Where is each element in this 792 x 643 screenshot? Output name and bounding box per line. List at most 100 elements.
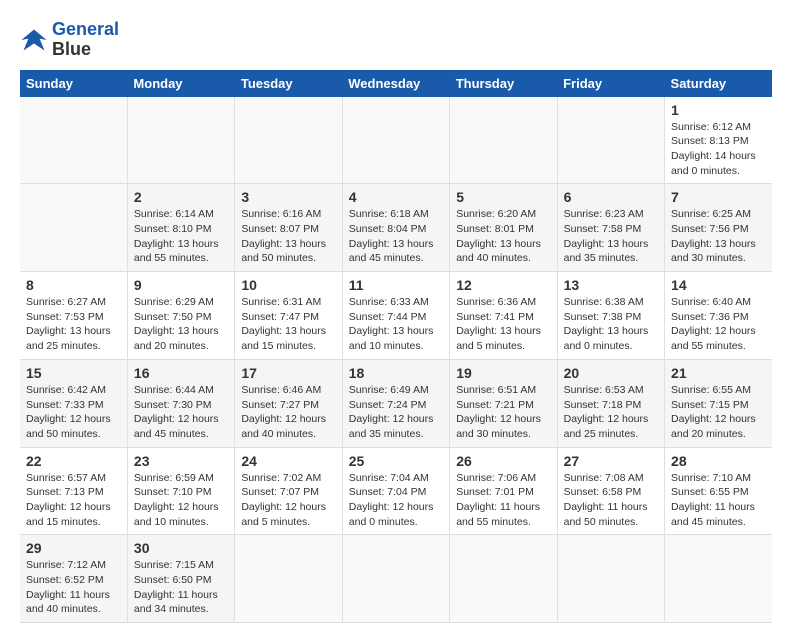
day-header-tuesday: Tuesday: [235, 70, 342, 97]
calendar-cell: 22 Sunrise: 6:57 AMSunset: 7:13 PMDayligh…: [20, 447, 127, 535]
day-number: 14: [671, 277, 766, 293]
calendar-cell: 17 Sunrise: 6:46 AMSunset: 7:27 PMDayligh…: [235, 359, 342, 447]
day-info: Sunrise: 6:51 AMSunset: 7:21 PMDaylight:…: [456, 383, 550, 442]
day-info: Sunrise: 7:06 AMSunset: 7:01 PMDaylight:…: [456, 471, 550, 530]
day-info: Sunrise: 6:31 AMSunset: 7:47 PMDaylight:…: [241, 295, 335, 354]
calendar-cell: 27 Sunrise: 7:08 AMSunset: 6:58 PMDayligh…: [557, 447, 664, 535]
calendar-cell: 12Sunrise: 6:36 AMSunset: 7:41 PMDayligh…: [450, 272, 557, 360]
day-info: Sunrise: 6:23 AMSunset: 7:58 PMDaylight:…: [564, 207, 658, 266]
day-number: 22: [26, 453, 121, 469]
day-number: 24: [241, 453, 335, 469]
calendar-cell: 4 Sunrise: 6:18 AMSunset: 8:04 PMDaylight…: [342, 184, 449, 272]
week-row-6: 29 Sunrise: 7:12 AMSunset: 6:52 PMDayligh…: [20, 535, 772, 623]
day-info: Sunrise: 6:46 AMSunset: 7:27 PMDaylight:…: [241, 383, 335, 442]
day-info: Sunrise: 6:42 AMSunset: 7:33 PMDaylight:…: [26, 383, 121, 442]
calendar-table: SundayMondayTuesdayWednesdayThursdayFrid…: [20, 70, 772, 624]
day-number: 16: [134, 365, 228, 381]
calendar-cell: [235, 535, 342, 623]
day-info: Sunrise: 6:57 AMSunset: 7:13 PMDaylight:…: [26, 471, 121, 530]
day-number: 29: [26, 540, 121, 556]
calendar-cell: 26 Sunrise: 7:06 AMSunset: 7:01 PMDayligh…: [450, 447, 557, 535]
day-info: Sunrise: 6:25 AMSunset: 7:56 PMDaylight:…: [671, 207, 766, 266]
calendar-cell: 16Sunrise: 6:44 AMSunset: 7:30 PMDayligh…: [127, 359, 234, 447]
day-number: 17: [241, 365, 335, 381]
day-info: Sunrise: 7:04 AMSunset: 7:04 PMDaylight:…: [349, 471, 443, 530]
day-number: 21: [671, 365, 766, 381]
day-header-sunday: Sunday: [20, 70, 127, 97]
week-row-2: 2Sunrise: 6:14 AMSunset: 8:10 PMDaylight…: [20, 184, 772, 272]
day-info: Sunrise: 6:55 AMSunset: 7:15 PMDaylight:…: [671, 383, 766, 442]
day-info: Sunrise: 6:40 AMSunset: 7:36 PMDaylight:…: [671, 295, 766, 354]
day-info: Sunrise: 6:18 AMSunset: 8:04 PMDaylight:…: [349, 207, 443, 266]
header-row: SundayMondayTuesdayWednesdayThursdayFrid…: [20, 70, 772, 97]
day-number: 18: [349, 365, 443, 381]
day-info: Sunrise: 6:33 AMSunset: 7:44 PMDaylight:…: [349, 295, 443, 354]
logo-text: GeneralBlue: [52, 20, 119, 60]
calendar-cell: 5 Sunrise: 6:20 AMSunset: 8:01 PMDaylight…: [450, 184, 557, 272]
calendar-cell: [557, 97, 664, 184]
calendar-cell: [450, 97, 557, 184]
logo: GeneralBlue: [20, 20, 119, 60]
calendar-cell: 25 Sunrise: 7:04 AMSunset: 7:04 PMDayligh…: [342, 447, 449, 535]
day-number: 30: [134, 540, 228, 556]
day-info: Sunrise: 6:20 AMSunset: 8:01 PMDaylight:…: [456, 207, 550, 266]
calendar-cell: 18 Sunrise: 6:49 AMSunset: 7:24 PMDayligh…: [342, 359, 449, 447]
day-number: 5: [456, 189, 550, 205]
day-number: 10: [241, 277, 335, 293]
day-header-wednesday: Wednesday: [342, 70, 449, 97]
calendar-cell: [557, 535, 664, 623]
calendar-cell: 24 Sunrise: 7:02 AMSunset: 7:07 PMDayligh…: [235, 447, 342, 535]
calendar-cell: 13 Sunrise: 6:38 AMSunset: 7:38 PMDayligh…: [557, 272, 664, 360]
calendar-cell: 28Sunrise: 7:10 AMSunset: 6:55 PMDayligh…: [665, 447, 772, 535]
logo-icon: [20, 26, 48, 54]
day-info: Sunrise: 7:08 AMSunset: 6:58 PMDaylight:…: [564, 471, 658, 530]
calendar-cell: 8Sunrise: 6:27 AMSunset: 7:53 PMDaylight…: [20, 272, 127, 360]
calendar-cell: 1Sunrise: 6:12 AMSunset: 8:13 PMDaylight…: [665, 97, 772, 184]
calendar-cell: 11Sunrise: 6:33 AMSunset: 7:44 PMDayligh…: [342, 272, 449, 360]
calendar-cell: [450, 535, 557, 623]
day-header-saturday: Saturday: [665, 70, 772, 97]
calendar-cell: 29 Sunrise: 7:12 AMSunset: 6:52 PMDayligh…: [20, 535, 127, 623]
day-number: 4: [349, 189, 443, 205]
calendar-cell: 3Sunrise: 6:16 AMSunset: 8:07 PMDaylight…: [235, 184, 342, 272]
day-number: 15: [26, 365, 121, 381]
day-info: Sunrise: 7:15 AMSunset: 6:50 PMDaylight:…: [134, 558, 228, 617]
day-info: Sunrise: 6:12 AMSunset: 8:13 PMDaylight:…: [671, 120, 766, 179]
calendar-cell: 14 Sunrise: 6:40 AMSunset: 7:36 PMDayligh…: [665, 272, 772, 360]
day-header-monday: Monday: [127, 70, 234, 97]
calendar-cell: 23Sunrise: 6:59 AMSunset: 7:10 PMDayligh…: [127, 447, 234, 535]
day-info: Sunrise: 7:02 AMSunset: 7:07 PMDaylight:…: [241, 471, 335, 530]
calendar-cell: 6Sunrise: 6:23 AMSunset: 7:58 PMDaylight…: [557, 184, 664, 272]
day-number: 19: [456, 365, 550, 381]
day-info: Sunrise: 6:49 AMSunset: 7:24 PMDaylight:…: [349, 383, 443, 442]
day-info: Sunrise: 6:59 AMSunset: 7:10 PMDaylight:…: [134, 471, 228, 530]
day-number: 12: [456, 277, 550, 293]
day-number: 2: [134, 189, 228, 205]
day-info: Sunrise: 6:53 AMSunset: 7:18 PMDaylight:…: [564, 383, 658, 442]
day-number: 26: [456, 453, 550, 469]
day-info: Sunrise: 6:38 AMSunset: 7:38 PMDaylight:…: [564, 295, 658, 354]
week-row-3: 8Sunrise: 6:27 AMSunset: 7:53 PMDaylight…: [20, 272, 772, 360]
calendar-cell: 20Sunrise: 6:53 AMSunset: 7:18 PMDayligh…: [557, 359, 664, 447]
calendar-cell: 9Sunrise: 6:29 AMSunset: 7:50 PMDaylight…: [127, 272, 234, 360]
calendar-cell: [342, 535, 449, 623]
calendar-cell: 19 Sunrise: 6:51 AMSunset: 7:21 PMDayligh…: [450, 359, 557, 447]
calendar-cell: 21 Sunrise: 6:55 AMSunset: 7:15 PMDayligh…: [665, 359, 772, 447]
calendar-cell: 15 Sunrise: 6:42 AMSunset: 7:33 PMDayligh…: [20, 359, 127, 447]
day-number: 27: [564, 453, 658, 469]
calendar-body: 1Sunrise: 6:12 AMSunset: 8:13 PMDaylight…: [20, 97, 772, 623]
calendar-cell: 2Sunrise: 6:14 AMSunset: 8:10 PMDaylight…: [127, 184, 234, 272]
day-info: Sunrise: 7:10 AMSunset: 6:55 PMDaylight:…: [671, 471, 766, 530]
day-header-thursday: Thursday: [450, 70, 557, 97]
calendar-cell: [20, 184, 127, 272]
calendar-cell: [342, 97, 449, 184]
day-number: 25: [349, 453, 443, 469]
calendar-cell: 7Sunrise: 6:25 AMSunset: 7:56 PMDaylight…: [665, 184, 772, 272]
day-header-friday: Friday: [557, 70, 664, 97]
calendar-cell: [235, 97, 342, 184]
calendar-header: SundayMondayTuesdayWednesdayThursdayFrid…: [20, 70, 772, 97]
calendar-cell: [665, 535, 772, 623]
week-row-4: 15 Sunrise: 6:42 AMSunset: 7:33 PMDayligh…: [20, 359, 772, 447]
day-info: Sunrise: 7:12 AMSunset: 6:52 PMDaylight:…: [26, 558, 121, 617]
day-number: 13: [564, 277, 658, 293]
